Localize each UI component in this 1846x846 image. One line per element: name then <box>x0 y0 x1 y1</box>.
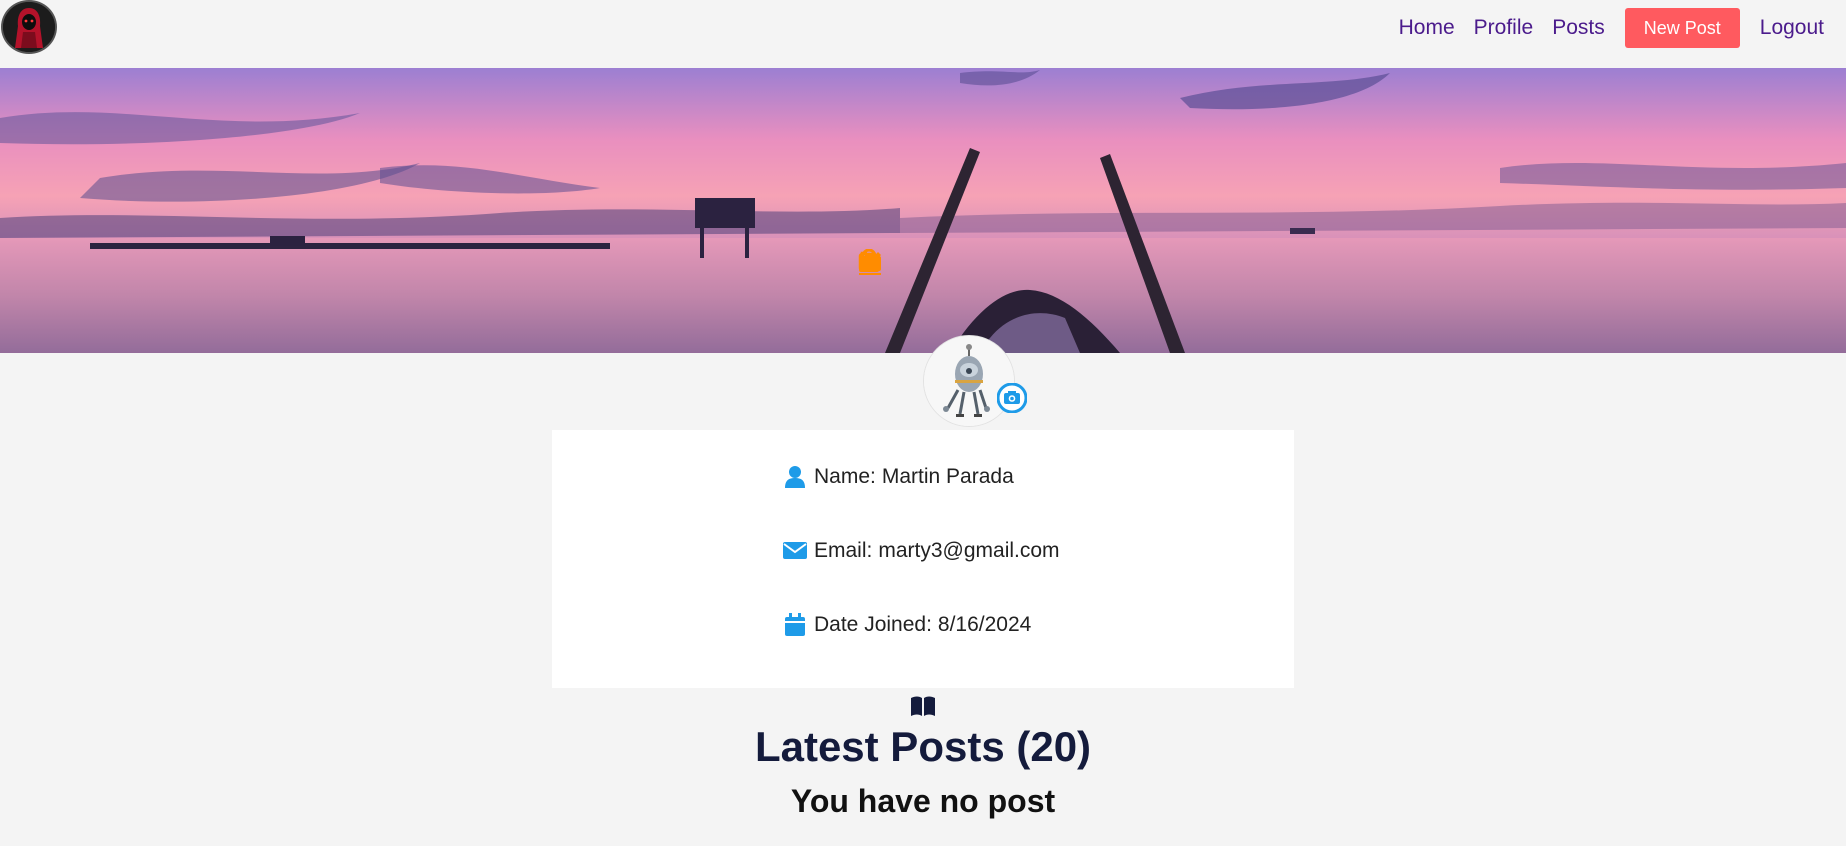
hooded-figure-logo-icon <box>3 2 55 52</box>
navbar: Home Profile Posts New Post Logout <box>0 0 1846 68</box>
profile-info-card: Name: Martin Parada Email: marty3@gmail.… <box>552 430 1294 688</box>
profile-avatar <box>923 335 1015 427</box>
avatar-camera-icon[interactable] <box>996 382 1028 414</box>
posts-section: Latest Posts (20) You have no post <box>0 695 1846 819</box>
email-label: Email: <box>814 539 873 562</box>
nav-links: Home Profile Posts New Post Logout <box>1380 8 1824 48</box>
date-joined-label: Date Joined: <box>814 613 932 636</box>
calendar-icon <box>782 612 808 638</box>
user-icon <box>782 464 808 490</box>
nav-posts-link[interactable]: Posts <box>1552 16 1605 40</box>
logo[interactable] <box>1 0 57 54</box>
logout-link[interactable]: Logout <box>1760 16 1824 40</box>
cover-banner <box>0 68 1846 353</box>
envelope-icon <box>782 538 808 564</box>
nav-profile-link[interactable]: Profile <box>1474 16 1534 40</box>
name-value: Martin Parada <box>881 465 1014 488</box>
date-joined-row: Date Joined: 8/16/2024 <box>782 612 1031 638</box>
email-row: Email: marty3@gmail.com <box>782 538 1060 564</box>
nav-home-link[interactable]: Home <box>1399 16 1455 40</box>
new-post-button[interactable]: New Post <box>1624 8 1740 48</box>
sunset-boat-banner-image <box>0 68 1846 353</box>
email-value: marty3@gmail.com <box>878 539 1060 562</box>
empty-posts-message: You have no post <box>790 783 1056 819</box>
posts-title: Latest Posts (20) <box>754 723 1092 770</box>
name-row: Name: Martin Parada <box>782 464 1014 490</box>
book-open-icon <box>910 695 936 722</box>
date-joined-value: 8/16/2024 <box>937 613 1032 636</box>
name-label: Name: <box>814 465 876 488</box>
